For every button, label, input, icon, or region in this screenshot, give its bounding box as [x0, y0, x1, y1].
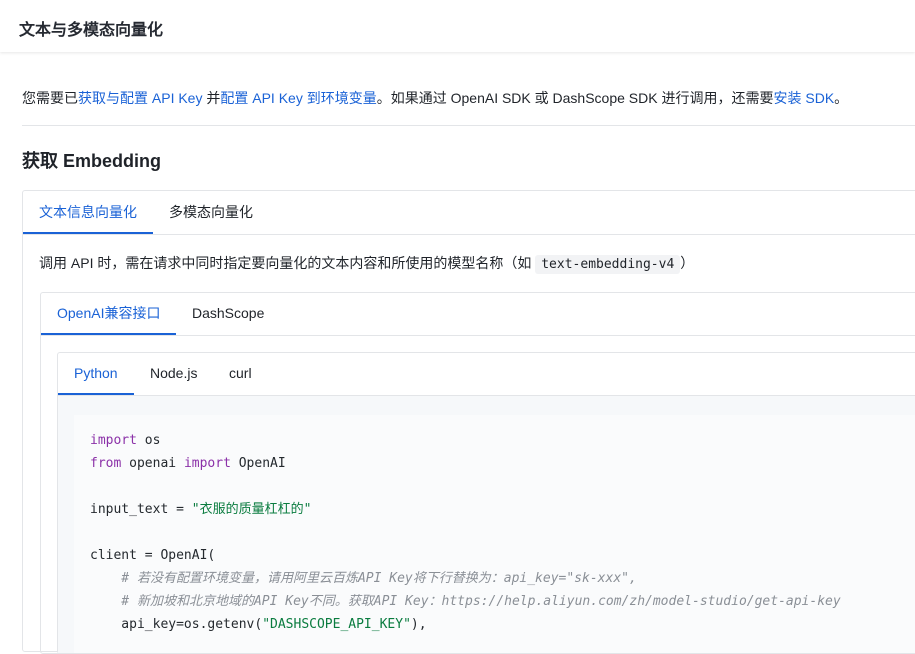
code-block[interactable]: import os from openai import OpenAI inpu…	[74, 415, 915, 653]
intro-mid1: 并	[206, 90, 221, 106]
tab-text-embedding[interactable]: 文本信息向量化	[23, 191, 153, 234]
api-description: 调用 API 时，需在请求中同时指定要向量化的文本内容和所使用的模型名称（如 t…	[39, 253, 695, 274]
top-bar: 文本与多模态向量化	[0, 0, 915, 52]
code-keyword: import	[183, 456, 231, 471]
tab-openai-compatible[interactable]: OpenAI兼容接口	[41, 293, 177, 335]
embedding-tabs-panel: 文本信息向量化 多模态向量化 调用 API 时，需在请求中同时指定要向量化的文本…	[22, 190, 915, 654]
section-divider	[22, 125, 915, 126]
code-text: OpenAI	[230, 456, 286, 471]
description-text: 调用 API 时，需在请求中同时指定要向量化的文本内容和所使用的模型名称（如	[39, 255, 536, 271]
tab-python[interactable]: Python	[58, 353, 134, 395]
code-area: import os from openai import OpenAI inpu…	[58, 396, 915, 653]
code-text: openai	[121, 456, 184, 471]
intro-mid2: 。如果通过 OpenAI SDK 或 DashScope SDK 进行调用，还需…	[376, 90, 774, 106]
section-heading: 获取 Embedding	[22, 151, 161, 171]
code-comment: # 若没有配置环境变量，请用阿里云百炼API Key将下行替换为：api_key…	[90, 571, 637, 586]
code-comment: # 新加坡和北京地域的API Key不同。获取API Key：https://h…	[90, 594, 841, 609]
interface-tab-bar: OpenAI兼容接口 DashScope	[41, 293, 915, 336]
language-tab-bar: Python Node.js curl	[58, 353, 915, 396]
get-api-key-link[interactable]: 获取与配置 API Key	[78, 90, 202, 106]
code-text: input_text =	[90, 502, 192, 517]
prerequisite-text: 您需要已获取与配置 API Key 并配置 API Key 到环境变量。如果通过…	[22, 88, 848, 108]
code-keyword: import	[90, 433, 137, 448]
outer-tab-bar: 文本信息向量化 多模态向量化	[23, 191, 915, 235]
tab-nodejs[interactable]: Node.js	[134, 353, 213, 395]
install-sdk-link[interactable]: 安装 SDK	[773, 90, 834, 106]
tab-curl[interactable]: curl	[213, 353, 268, 395]
interface-tabs-panel: OpenAI兼容接口 DashScope Python Node.js curl…	[40, 292, 915, 654]
model-name-code: text-embedding-v4	[535, 255, 681, 274]
config-env-var-link[interactable]: 配置 API Key 到环境变量	[220, 90, 376, 106]
intro-prefix: 您需要已	[22, 90, 78, 106]
language-tabs-panel: Python Node.js curl import os from opena…	[57, 352, 915, 654]
intro-suffix: 。	[834, 90, 849, 106]
python-code: import os from openai import OpenAI inpu…	[90, 429, 841, 636]
tab-dashscope[interactable]: DashScope	[176, 293, 280, 335]
code-text: os	[136, 433, 161, 448]
tab-multimodal-embedding[interactable]: 多模态向量化	[153, 191, 269, 234]
code-string: "衣服的质量杠杠的"	[191, 502, 312, 517]
description-suffix: ）	[680, 255, 695, 271]
code-keyword: from	[90, 456, 122, 471]
code-text: client = OpenAI(	[90, 548, 216, 563]
page-title: 文本与多模态向量化	[19, 22, 164, 39]
